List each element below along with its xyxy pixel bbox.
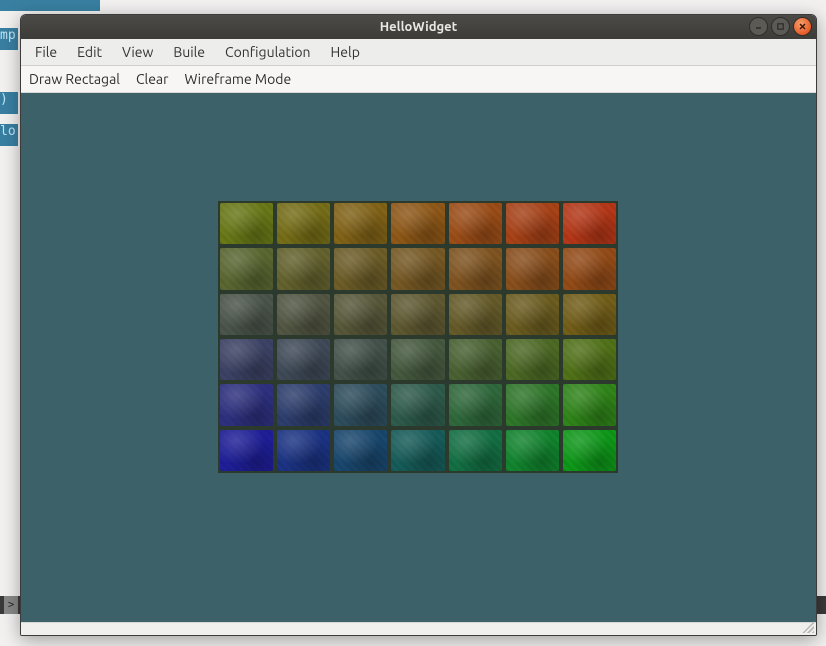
- texture-tile: [563, 203, 616, 244]
- texture-tile: [506, 384, 559, 425]
- texture-tile: [277, 203, 330, 244]
- tool-clear[interactable]: Clear: [136, 71, 168, 87]
- menu-file[interactable]: File: [25, 41, 67, 63]
- texture-tile: [449, 248, 502, 289]
- titlebar[interactable]: HelloWidget: [21, 15, 816, 39]
- texture-tile: [334, 203, 387, 244]
- texture-tile: [277, 339, 330, 380]
- menu-build[interactable]: Buile: [163, 41, 215, 63]
- texture-tile: [391, 294, 444, 335]
- texture-tile: [563, 384, 616, 425]
- texture-tile: [277, 384, 330, 425]
- texture-tile: [506, 294, 559, 335]
- texture-tile: [220, 248, 273, 289]
- texture-tile: [391, 430, 444, 471]
- rendered-rectangle: [218, 201, 618, 473]
- texture-tile: [391, 248, 444, 289]
- texture-tile: [506, 430, 559, 471]
- resize-grip-icon[interactable]: [802, 621, 814, 633]
- texture-tile: [506, 339, 559, 380]
- texture-tile: [277, 248, 330, 289]
- texture-tile: [220, 384, 273, 425]
- toolbar: Draw Rectagal Clear Wireframe Mode: [21, 66, 816, 93]
- texture-tile: [277, 294, 330, 335]
- menubar: File Edit View Buile Configulation Help: [21, 39, 816, 66]
- bg-fragment-3: lo: [0, 124, 18, 146]
- tool-draw-rect[interactable]: Draw Rectagal: [29, 71, 120, 87]
- menu-edit[interactable]: Edit: [67, 41, 112, 63]
- bg-arrow-icon: >: [4, 596, 18, 614]
- bg-fragment-2: ): [0, 92, 18, 114]
- texture-tile: [563, 294, 616, 335]
- statusbar: [21, 623, 816, 635]
- texture-tile: [449, 339, 502, 380]
- close-button[interactable]: [793, 17, 812, 36]
- texture-tile: [277, 430, 330, 471]
- texture-tile: [449, 203, 502, 244]
- texture-tile: [220, 430, 273, 471]
- menu-help[interactable]: Help: [321, 41, 370, 63]
- menu-configuration[interactable]: Configulation: [215, 41, 321, 63]
- texture-tile: [334, 294, 387, 335]
- texture-tile: [506, 248, 559, 289]
- texture-tile: [220, 294, 273, 335]
- maximize-button[interactable]: [771, 17, 790, 36]
- texture-tile: [334, 248, 387, 289]
- texture-tile: [334, 384, 387, 425]
- texture-tile: [563, 339, 616, 380]
- menu-view[interactable]: View: [112, 41, 163, 63]
- texture-tile: [334, 339, 387, 380]
- texture-tile: [506, 203, 559, 244]
- texture-tile: [220, 339, 273, 380]
- texture-tile: [220, 203, 273, 244]
- minimize-button[interactable]: [749, 17, 768, 36]
- texture-tile: [334, 430, 387, 471]
- texture-tile: [391, 384, 444, 425]
- opengl-viewport[interactable]: [21, 93, 816, 623]
- bg-fragment-1: mp: [0, 28, 18, 50]
- app-window: HelloWidget File Edit View Buile Configu…: [20, 14, 817, 636]
- texture-tile: [563, 430, 616, 471]
- window-title: HelloWidget: [21, 20, 816, 34]
- texture-tile: [449, 294, 502, 335]
- tool-wireframe[interactable]: Wireframe Mode: [184, 71, 291, 87]
- texture-tile: [391, 339, 444, 380]
- texture-tile: [449, 430, 502, 471]
- texture-tile: [563, 248, 616, 289]
- texture-tile: [449, 384, 502, 425]
- texture-tile: [391, 203, 444, 244]
